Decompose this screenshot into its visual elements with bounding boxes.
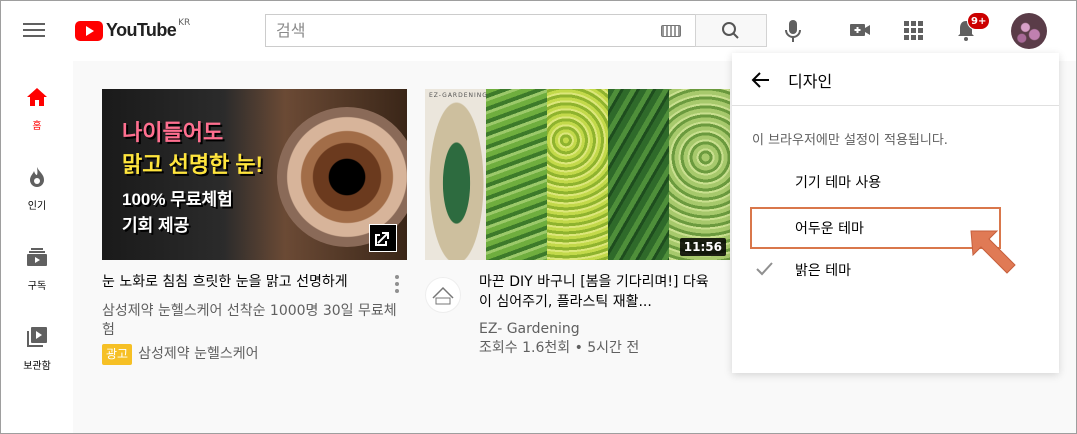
appearance-note: 이 브라우저에만 설정이 적용됩니다. <box>752 133 948 148</box>
library-icon <box>27 327 47 347</box>
ad-badge: 광고 <box>102 344 133 365</box>
logo-text: YouTube <box>106 20 177 40</box>
thumbnail-brand: EZ-GARDENING <box>429 92 488 99</box>
thumb-strip <box>669 89 730 260</box>
hamburger-menu-button[interactable] <box>23 20 47 42</box>
video-thumbnail[interactable]: EZ-GARDENING 11:56 <box>425 89 730 260</box>
video-stats: 조회수 1.6천회 • 5시간 전 <box>479 340 640 356</box>
option-label: 기기 테마 사용 <box>795 175 882 191</box>
search-button[interactable] <box>695 14 767 47</box>
channel-name[interactable]: EZ- Gardening <box>479 320 730 339</box>
menu-line <box>23 35 45 37</box>
menu-line <box>23 29 45 31</box>
apps-button[interactable] <box>901 18 925 42</box>
video-card-ad: 나이들어도 맑고 선명한 눈! 100% 무료체험 기회 제공 눈 노화로 침침… <box>102 89 407 365</box>
notification-count-badge: 9+ <box>967 12 991 30</box>
video-title[interactable]: 마끈 DIY 바구니 [봄을 기다리며!] 다육이 심어주기, 플라스틱 재활.… <box>479 272 719 312</box>
youtube-logo[interactable]: YouTube KR <box>75 17 191 41</box>
thumb-strip <box>547 89 610 260</box>
thumb-text-line: 나이들어도 <box>122 120 224 145</box>
apps-grid-icon <box>904 21 923 40</box>
channel-avatar[interactable] <box>425 277 461 313</box>
option-device-theme[interactable]: 기기 테마 사용 <box>732 161 1059 201</box>
more-actions-icon[interactable] <box>393 275 401 295</box>
advertiser-name[interactable]: 삼성제약 눈헬스케어 <box>138 346 258 362</box>
top-bar: YouTube KR 검색 9+ <box>1 1 1076 61</box>
option-label: 밝은 테마 <box>795 263 851 279</box>
account-avatar[interactable] <box>1011 13 1047 49</box>
subscriptions-icon <box>27 248 47 266</box>
appearance-menu-title: 디자인 <box>788 72 833 91</box>
thumb-text-line: 맑고 선명한 눈! <box>122 152 263 177</box>
video-card: EZ-GARDENING 11:56 마끈 DIY 바구니 [봄을 기다리며!]… <box>425 89 730 358</box>
microphone-icon <box>785 20 801 42</box>
search-box <box>265 14 696 47</box>
thumb-strip <box>608 89 671 260</box>
thumb-text-line: 100% 무료체험 <box>122 190 233 209</box>
video-camera-plus-icon <box>850 24 870 36</box>
back-button[interactable] <box>749 68 773 92</box>
voice-search-button[interactable] <box>781 18 805 44</box>
keyboard-icon[interactable] <box>661 25 681 37</box>
mini-guide-sidebar: 홈 인기 구독 보관함 <box>1 61 73 433</box>
video-title[interactable]: 눈 노화로 침침 흐릿한 눈을 맑고 선명하게 <box>102 272 380 292</box>
sidebar-item-trending[interactable]: 인기 <box>1 165 73 237</box>
arrow-back-icon <box>751 72 769 88</box>
trending-fire-icon <box>30 167 44 187</box>
thumb-strip <box>425 89 488 260</box>
sidebar-item-label: 구독 <box>27 281 47 292</box>
sidebar-item-label: 홈 <box>32 121 42 132</box>
appearance-menu: 디자인 이 브라우저에만 설정이 적용됩니다. 기기 테마 사용 어두운 테마 … <box>732 53 1059 373</box>
check-icon <box>756 262 773 276</box>
sidebar-item-label: 인기 <box>27 201 47 212</box>
sidebar-item-library[interactable]: 보관함 <box>1 325 73 397</box>
thumb-text-line: 기회 제공 <box>122 216 190 235</box>
sidebar-item-home[interactable]: 홈 <box>1 85 73 157</box>
video-thumbnail[interactable]: 나이들어도 맑고 선명한 눈! 100% 무료체험 기회 제공 <box>102 89 407 260</box>
youtube-play-icon <box>75 20 103 41</box>
home-icon <box>27 88 47 106</box>
advertiser-line: 광고 삼성제약 눈헬스케어 <box>102 344 407 365</box>
annotation-arrow-icon <box>970 230 1016 274</box>
logo-region: KR <box>178 17 191 28</box>
app-window: YouTube KR 검색 9+ 홈 인기 구독 보관함 나이들어도 맑고 선명… <box>0 0 1077 434</box>
search-icon <box>722 22 739 39</box>
external-link-icon[interactable] <box>369 224 397 252</box>
thumb-strip <box>486 89 549 260</box>
channel-logo-icon <box>432 286 454 305</box>
menu-line <box>23 23 45 25</box>
ad-description: 삼성제약 눈헬스케어 선착순 1000명 30일 무료체험 <box>102 303 397 338</box>
create-video-button[interactable] <box>848 18 872 42</box>
sidebar-item-subscriptions[interactable]: 구독 <box>1 245 73 317</box>
sidebar-item-label: 보관함 <box>23 361 51 372</box>
search-input[interactable] <box>266 15 646 46</box>
appearance-menu-header: 디자인 <box>732 53 1059 106</box>
video-duration: 11:56 <box>679 238 726 256</box>
